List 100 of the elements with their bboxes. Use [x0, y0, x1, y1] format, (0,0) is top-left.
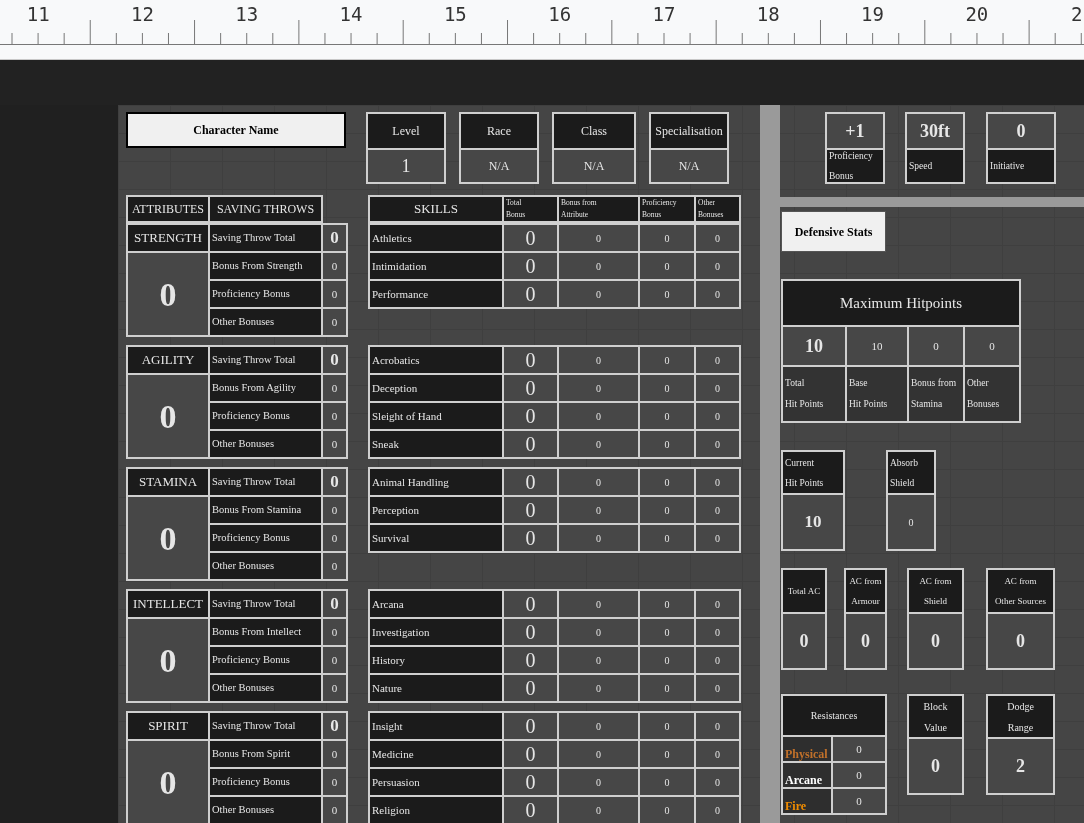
- skill-name-cell: Insight: [370, 713, 502, 739]
- skill-value-cell: 0: [640, 281, 694, 307]
- hitpoints-value-cell: 10: [783, 327, 845, 365]
- skill-value-cell: 0: [640, 619, 694, 645]
- saving-throw-value: 0: [323, 431, 346, 457]
- saving-throw-label: Saving Throw Total: [210, 713, 321, 739]
- attribute-score-cell: 0: [128, 741, 208, 823]
- saving-throw-value: 0: [323, 591, 346, 617]
- saving-throw-label: Saving Throw Total: [210, 469, 321, 495]
- skill-value-cell: 0: [696, 469, 739, 495]
- saving-throw-label: Bonus From Agility: [210, 375, 321, 401]
- stat-value-cell: N/A: [651, 150, 727, 182]
- saving-throw-value: 0: [323, 741, 346, 767]
- hitpoints-value-cell: 0: [965, 327, 1019, 365]
- skill-value-cell: 0: [504, 403, 557, 429]
- skill-value-cell: 0: [696, 675, 739, 701]
- stat-label-cell: Absorb Shield: [888, 452, 934, 493]
- skill-value-cell: 0: [504, 797, 557, 823]
- stat-label-cell: Proficiency Bonus: [827, 150, 883, 182]
- resistance-name: Physical: [785, 747, 828, 761]
- skill-value-cell: 0: [559, 525, 638, 551]
- stat-label-cell: Race: [461, 114, 537, 148]
- stat-label-cell: Level: [368, 114, 444, 148]
- skill-value-cell: 0: [640, 769, 694, 795]
- skill-value-cell: 0: [640, 469, 694, 495]
- skill-value-cell: 0: [696, 591, 739, 617]
- stat-value-cell: 2: [988, 739, 1053, 793]
- skill-value-cell: 0: [559, 347, 638, 373]
- attribute-score-cell: 0: [128, 497, 208, 579]
- skill-value-cell: 0: [504, 619, 557, 645]
- skill-value-cell: 0: [559, 769, 638, 795]
- skill-value-cell: 0: [559, 741, 638, 767]
- skill-value-cell: 0: [696, 525, 739, 551]
- skill-value-cell: 0: [696, 741, 739, 767]
- saving-throw-value: 0: [323, 375, 346, 401]
- skill-value-cell: 0: [696, 431, 739, 457]
- attribute-name-cell: STAMINA: [128, 469, 208, 495]
- skill-value-cell: 0: [696, 253, 739, 279]
- stat-value-cell: 0: [988, 114, 1054, 148]
- attribute-score-cell: 0: [128, 619, 208, 701]
- skill-value-cell: 0: [696, 347, 739, 373]
- skill-value-cell: 0: [504, 713, 557, 739]
- attribute-name-cell: SPIRIT: [128, 713, 208, 739]
- stat-label-cell: Dodge Range: [988, 696, 1053, 737]
- attribute-name-cell: AGILITY: [128, 347, 208, 373]
- stat-value-cell: 30ft: [907, 114, 963, 148]
- skill-value-cell: 0: [559, 281, 638, 307]
- skill-name-cell: Religion: [370, 797, 502, 823]
- ruler-number: 13: [235, 2, 259, 27]
- skill-value-cell: 0: [504, 769, 557, 795]
- stat-value-cell: 0: [846, 614, 885, 668]
- skill-value-cell: 0: [640, 403, 694, 429]
- skill-value-cell: 0: [559, 497, 638, 523]
- saving-throw-value: 0: [323, 403, 346, 429]
- skill-value-cell: 0: [640, 713, 694, 739]
- stat-value-cell: 0: [909, 739, 962, 793]
- saving-throw-label: Bonus From Intellect: [210, 619, 321, 645]
- stat-label-cell: AC from Armour: [846, 570, 885, 612]
- stat-value-cell: 0: [988, 614, 1053, 668]
- skill-value-cell: 0: [504, 431, 557, 457]
- skill-value-cell: 0: [504, 281, 557, 307]
- saving-throw-value: 0: [323, 713, 346, 739]
- skill-value-cell: 0: [640, 225, 694, 251]
- saving-throw-value: 0: [323, 647, 346, 673]
- character-name-field[interactable]: Character Name: [126, 112, 346, 148]
- hitpoints-label-cell: Bonus from Stamina: [909, 367, 963, 421]
- skill-value-cell: 0: [504, 647, 557, 673]
- skill-value-cell: 0: [559, 375, 638, 401]
- skill-value-cell: 0: [504, 675, 557, 701]
- skill-value-cell: 0: [696, 797, 739, 823]
- saving-throw-label: Proficiency Bonus: [210, 647, 321, 673]
- attribute-score-cell: 0: [128, 375, 208, 457]
- saving-throw-label: Other Bonuses: [210, 309, 321, 335]
- skill-value-cell: 0: [640, 797, 694, 823]
- skill-value-cell: 0: [504, 741, 557, 767]
- skill-value-cell: 0: [504, 347, 557, 373]
- skill-value-cell: 0: [559, 675, 638, 701]
- hitpoints-value-cell: 0: [909, 327, 963, 365]
- skill-value-cell: 0: [696, 281, 739, 307]
- stat-label-cell: Class: [554, 114, 634, 148]
- skill-value-cell: 0: [640, 375, 694, 401]
- skill-name-cell: History: [370, 647, 502, 673]
- saving-throw-value: 0: [323, 675, 346, 701]
- saving-throws-header: SAVING THROWS: [210, 197, 321, 221]
- skill-value-cell: 0: [696, 403, 739, 429]
- skill-value-cell: 0: [504, 469, 557, 495]
- saving-throw-value: 0: [323, 253, 346, 279]
- saving-throw-label: Other Bonuses: [210, 553, 321, 579]
- saving-throw-value: 0: [323, 497, 346, 523]
- skill-name-cell: Acrobatics: [370, 347, 502, 373]
- skill-value-cell: 0: [696, 619, 739, 645]
- skill-value-cell: 0: [696, 769, 739, 795]
- hitpoints-label-cell: Other Bonuses: [965, 367, 1019, 421]
- skill-name-cell: Arcana: [370, 591, 502, 617]
- attributes-header: ATTRIBUTES: [128, 197, 208, 221]
- saving-throw-label: Proficiency Bonus: [210, 525, 321, 551]
- skill-name-cell: Sneak: [370, 431, 502, 457]
- stat-value-cell: N/A: [554, 150, 634, 182]
- skill-value-cell: 0: [640, 591, 694, 617]
- skill-name-cell: Medicine: [370, 741, 502, 767]
